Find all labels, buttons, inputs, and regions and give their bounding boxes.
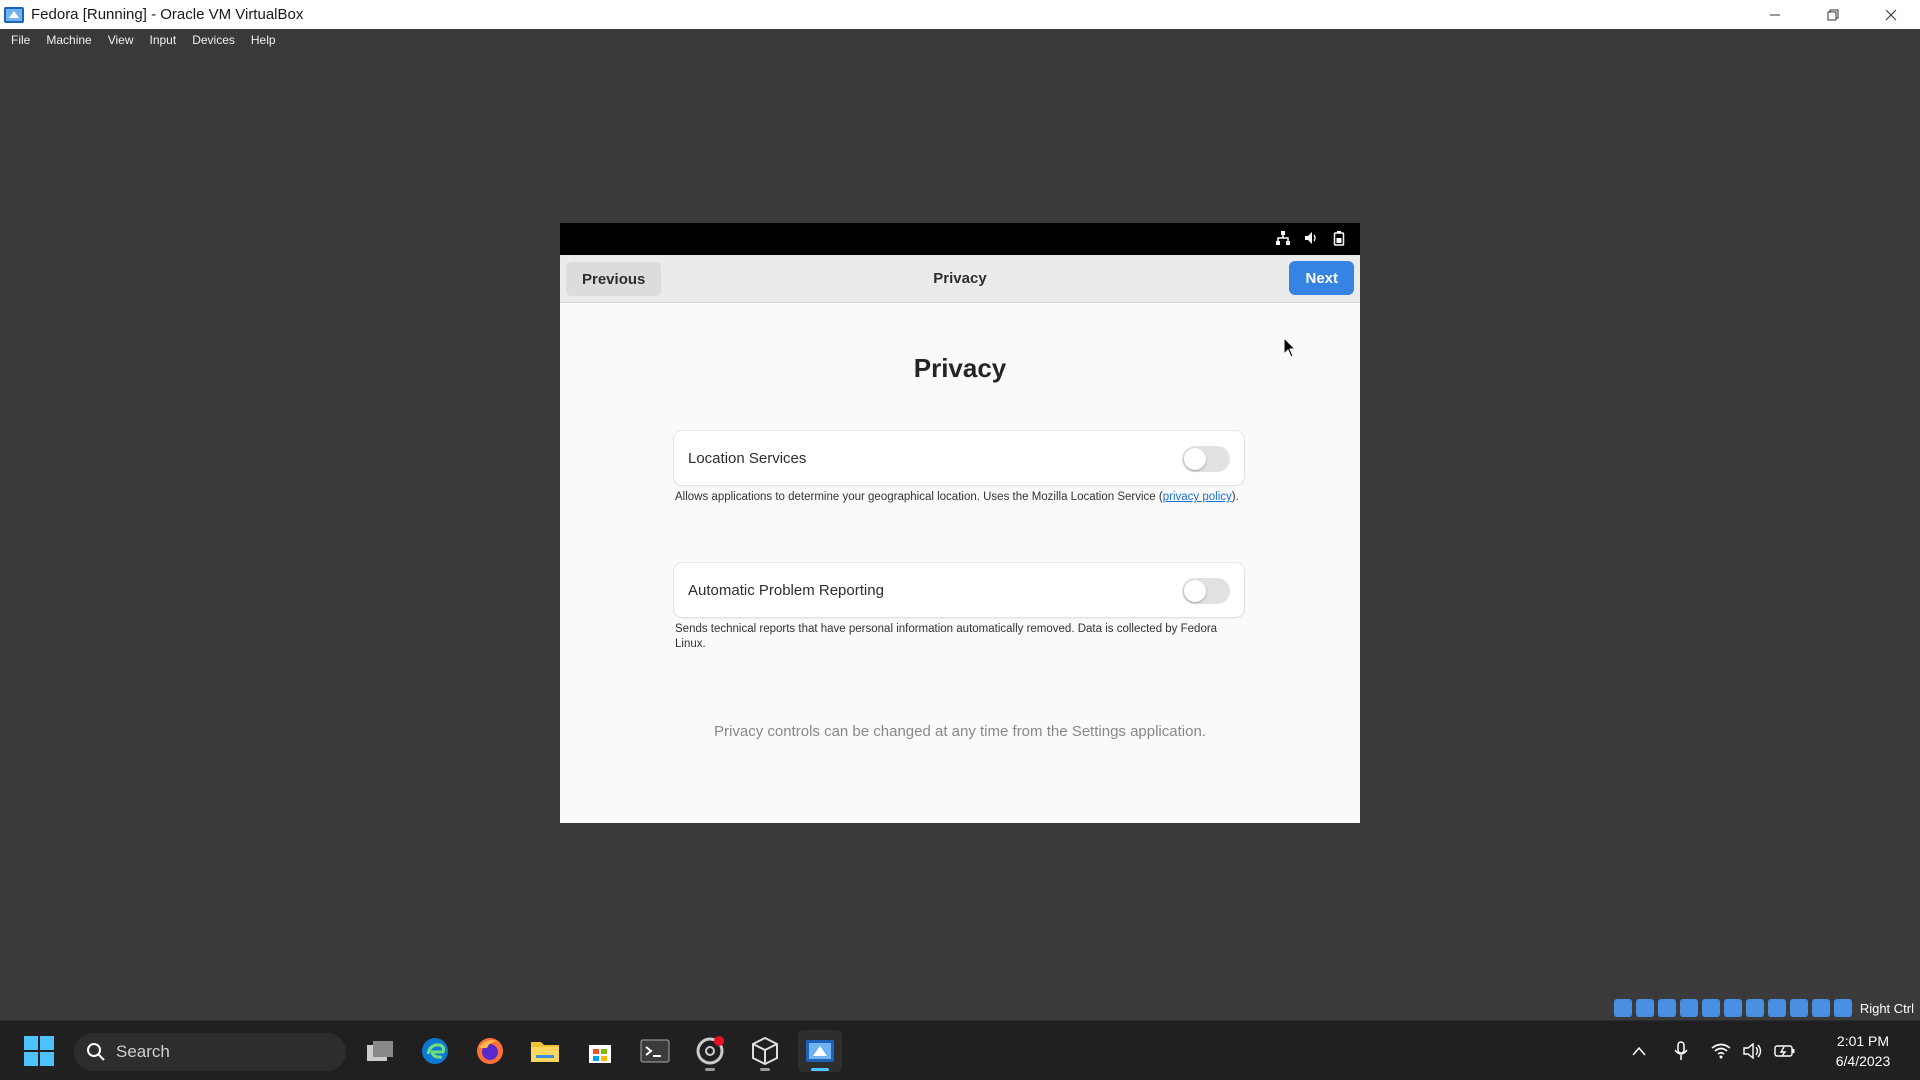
minimize-icon bbox=[1770, 14, 1780, 15]
task-view-icon bbox=[367, 1041, 393, 1061]
location-description-end: ). bbox=[1231, 491, 1239, 503]
terminal-icon bbox=[640, 1039, 670, 1063]
minimize-button[interactable] bbox=[1746, 0, 1804, 29]
task-view-button[interactable] bbox=[358, 1030, 402, 1072]
firefox-icon bbox=[477, 1038, 503, 1064]
menu-file[interactable]: File bbox=[11, 33, 30, 47]
virtualbox-manager-button[interactable] bbox=[743, 1030, 787, 1072]
page-title: Privacy bbox=[913, 353, 1007, 383]
location-services-description: Allows applications to determine your ge… bbox=[675, 490, 1245, 505]
guest-screen[interactable]: Previous Privacy Next Privacy Location S… bbox=[560, 223, 1360, 823]
windows-taskbar: Search 2:01 PM 6/4/2023 bbox=[0, 1020, 1920, 1080]
virtualbox-vm-icon bbox=[806, 1040, 834, 1062]
store-icon bbox=[589, 1045, 611, 1063]
mouse-cursor-icon bbox=[1283, 337, 1297, 358]
microphone-icon[interactable] bbox=[1666, 1036, 1696, 1066]
chrome-icon bbox=[696, 1036, 724, 1065]
virtualbox-cube-icon bbox=[752, 1036, 778, 1066]
location-services-toggle[interactable] bbox=[1182, 446, 1230, 472]
restore-button[interactable] bbox=[1804, 0, 1862, 29]
wifi-icon[interactable] bbox=[1706, 1036, 1736, 1066]
shared-folders-icon[interactable] bbox=[1723, 999, 1742, 1017]
restore-icon bbox=[1827, 9, 1839, 20]
edge-icon bbox=[422, 1038, 448, 1064]
taskbar-clock[interactable]: 2:01 PM 6/4/2023 bbox=[1818, 1031, 1908, 1071]
privacy-policy-link[interactable]: privacy policy bbox=[1163, 491, 1232, 503]
optical-drive-icon[interactable] bbox=[1635, 999, 1654, 1017]
active-indicator bbox=[811, 1068, 829, 1071]
problem-reporting-toggle[interactable] bbox=[1182, 578, 1230, 604]
privacy-footer-note: Privacy controls can be changed at any t… bbox=[714, 723, 1206, 740]
folder-icon bbox=[531, 1042, 559, 1062]
keyboard-capture-icon[interactable] bbox=[1833, 999, 1852, 1017]
headerbar: Previous Privacy Next bbox=[560, 255, 1360, 303]
windows-logo-icon bbox=[24, 1036, 54, 1066]
menu-machine[interactable]: Machine bbox=[46, 33, 91, 47]
clock-date: 6/4/2023 bbox=[1835, 1053, 1891, 1069]
problem-reporting-row[interactable]: Automatic Problem Reporting bbox=[674, 563, 1244, 617]
terminal-button[interactable] bbox=[633, 1030, 677, 1072]
taskbar-apps bbox=[358, 1030, 842, 1072]
previous-button[interactable]: Previous bbox=[566, 262, 662, 296]
start-button[interactable] bbox=[24, 1036, 54, 1071]
store-button[interactable] bbox=[578, 1030, 622, 1072]
close-icon bbox=[1885, 9, 1897, 20]
audio-icon[interactable] bbox=[1657, 999, 1676, 1017]
toggle-knob bbox=[1184, 448, 1206, 470]
window-controls bbox=[1746, 0, 1920, 29]
headerbar-title: Privacy bbox=[933, 270, 987, 287]
speaker-icon[interactable] bbox=[1738, 1036, 1768, 1066]
problem-reporting-label: Automatic Problem Reporting bbox=[688, 581, 884, 599]
usb-icon[interactable] bbox=[1701, 999, 1720, 1017]
toggle-knob bbox=[1184, 580, 1206, 602]
location-services-label: Location Services bbox=[688, 449, 807, 467]
host-key-label: Right Ctrl bbox=[1859, 1000, 1914, 1016]
menu-view[interactable]: View bbox=[108, 33, 134, 47]
firefox-button[interactable] bbox=[468, 1030, 512, 1072]
hard-disk-icon[interactable] bbox=[1613, 999, 1632, 1017]
close-button[interactable] bbox=[1862, 0, 1920, 29]
menu-help[interactable]: Help bbox=[251, 33, 276, 47]
running-indicator bbox=[760, 1068, 770, 1071]
window-title: Fedora [Running] - Oracle VM VirtualBox bbox=[31, 6, 304, 23]
gnome-status-icons[interactable] bbox=[1274, 229, 1348, 247]
volume-icon bbox=[1302, 229, 1320, 247]
window-titlebar: Fedora [Running] - Oracle VM VirtualBox bbox=[0, 0, 1920, 29]
menu-devices[interactable]: Devices bbox=[192, 33, 235, 47]
menu-input[interactable]: Input bbox=[150, 33, 177, 47]
privacy-page: Privacy Location Services Allows applica… bbox=[560, 303, 1360, 823]
network-adapter-icon[interactable] bbox=[1679, 999, 1698, 1017]
running-indicator bbox=[705, 1068, 715, 1071]
taskbar-search[interactable]: Search bbox=[74, 1033, 346, 1071]
search-icon bbox=[87, 1043, 105, 1061]
virtualbox-vm-button[interactable] bbox=[798, 1030, 842, 1072]
vt-x-icon[interactable] bbox=[1789, 999, 1808, 1017]
menubar: File Machine View Input Devices Help bbox=[0, 29, 1920, 51]
problem-reporting-description: Sends technical reports that have person… bbox=[675, 623, 1218, 650]
gnome-top-bar bbox=[560, 223, 1360, 255]
virtualbox-icon bbox=[4, 6, 24, 23]
search-label: Search bbox=[116, 1042, 170, 1061]
system-tray: 2:01 PM 6/4/2023 bbox=[1624, 1021, 1920, 1080]
battery-icon bbox=[1330, 229, 1348, 247]
display-icon[interactable] bbox=[1745, 999, 1764, 1017]
recording-icon[interactable] bbox=[1767, 999, 1786, 1017]
location-description-text: Allows applications to determine your ge… bbox=[675, 491, 1163, 503]
edge-button[interactable] bbox=[413, 1030, 457, 1072]
file-explorer-button[interactable] bbox=[523, 1030, 567, 1072]
show-hidden-icons-button[interactable] bbox=[1624, 1036, 1654, 1066]
clock-time: 2:01 PM bbox=[1836, 1033, 1890, 1049]
vbox-status-bar: Right Ctrl bbox=[1613, 997, 1920, 1019]
chromium-button[interactable] bbox=[688, 1030, 732, 1072]
mouse-integration-icon[interactable] bbox=[1811, 999, 1830, 1017]
chevron-up-icon bbox=[1632, 1046, 1646, 1056]
battery-charging-icon[interactable] bbox=[1770, 1036, 1800, 1066]
network-icon bbox=[1274, 229, 1292, 247]
location-services-row[interactable]: Location Services bbox=[674, 431, 1244, 485]
next-button[interactable]: Next bbox=[1289, 261, 1354, 295]
